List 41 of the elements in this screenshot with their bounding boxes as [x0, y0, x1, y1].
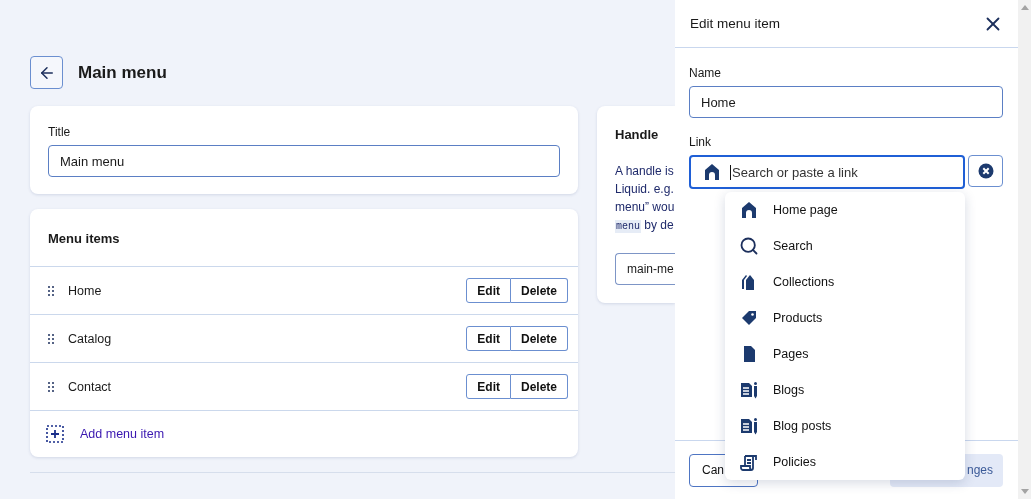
name-field[interactable]: Home	[689, 86, 1003, 118]
title-label: Title	[48, 125, 72, 139]
dropdown-option[interactable]: Search	[725, 228, 965, 264]
dropdown-option[interactable]: Blog posts	[725, 408, 965, 444]
edit-button[interactable]: Edit	[466, 374, 511, 399]
handle-description: A handle is Liquid. e.g. menu” wou menu by de	[615, 163, 675, 235]
drawer-title: Edit menu item	[690, 16, 781, 31]
menu-item-name: Catalog	[68, 331, 113, 346]
menu-items-heading: Menu items	[30, 209, 578, 267]
scroll-icon	[739, 452, 759, 472]
clear-icon	[977, 163, 994, 179]
add-icon[interactable]	[46, 425, 64, 443]
menu-item-name: Contact	[68, 379, 113, 394]
edit-button[interactable]: Edit	[466, 326, 511, 351]
dropdown-option[interactable]: Products	[725, 300, 965, 336]
link-field[interactable]: Search or paste a link	[689, 155, 965, 189]
title-field[interactable]: Main menu	[48, 145, 560, 177]
delete-button[interactable]: Delete	[510, 278, 568, 303]
house-icon	[702, 162, 722, 182]
dropdown-option[interactable]: Blogs	[725, 372, 965, 408]
add-menu-item-link[interactable]: Add menu item	[80, 427, 165, 441]
handle-heading: Handle	[615, 127, 659, 142]
name-label: Name	[689, 66, 722, 80]
page-title: Main menu	[78, 62, 167, 83]
drag-handle-icon[interactable]	[48, 285, 54, 296]
dropdown-option[interactable]: Home page	[725, 192, 965, 228]
edit-button[interactable]: Edit	[466, 278, 511, 303]
link-label: Link	[689, 135, 712, 149]
dropdown-option[interactable]: Pages	[725, 336, 965, 372]
delete-button[interactable]: Delete	[510, 326, 568, 351]
clear-button[interactable]	[968, 155, 1003, 187]
back-button[interactable]	[30, 56, 63, 89]
delete-button[interactable]: Delete	[510, 374, 568, 399]
dropdown-option[interactable]: Collections	[725, 264, 965, 300]
document-pen-icon	[739, 380, 759, 400]
house-icon	[739, 200, 759, 220]
drag-handle-icon[interactable]	[48, 381, 54, 392]
menu-item-name: Home	[68, 283, 103, 298]
drag-handle-icon[interactable]	[48, 333, 54, 344]
document-pen-icon	[739, 416, 759, 436]
search-icon	[739, 236, 759, 256]
